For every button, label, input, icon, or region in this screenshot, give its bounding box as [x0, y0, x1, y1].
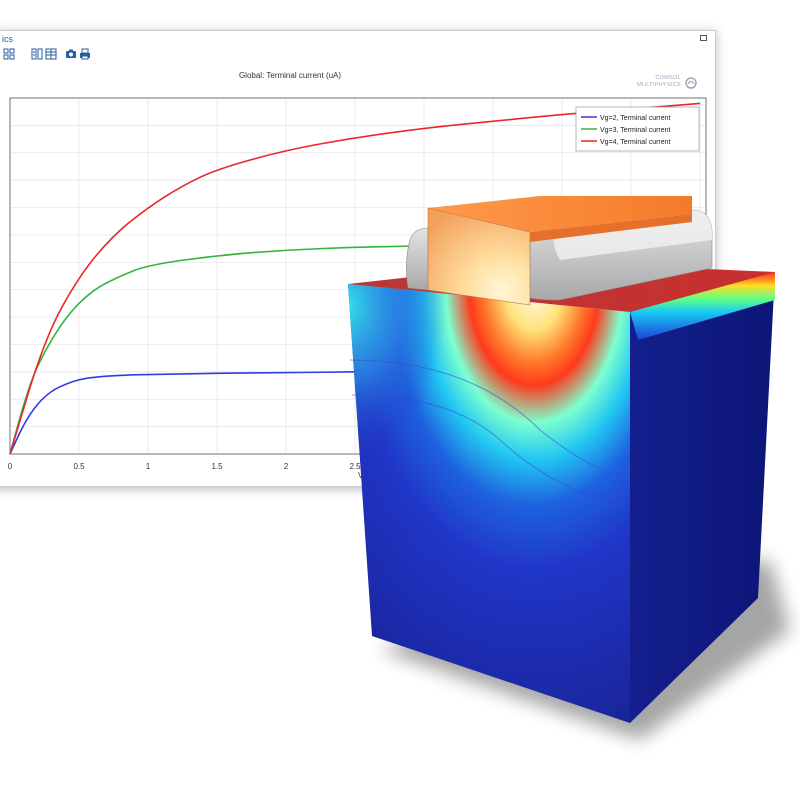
- device-front-face-glow: [348, 284, 630, 723]
- left-spacer: [406, 227, 429, 291]
- mosfet-device-render: [348, 196, 790, 740]
